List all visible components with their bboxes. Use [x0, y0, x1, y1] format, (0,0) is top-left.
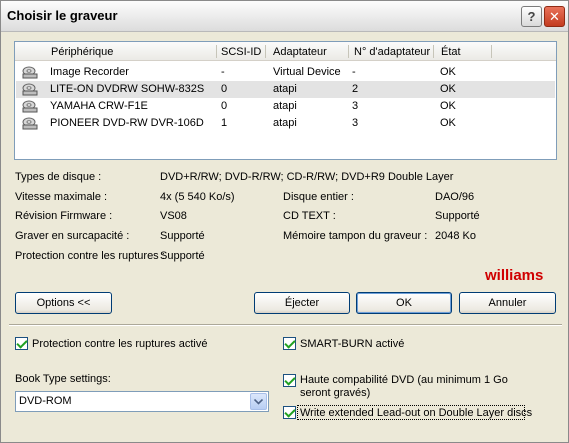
overburn-label: Graver en surcapacité : — [15, 230, 130, 242]
help-button[interactable]: ? — [521, 6, 542, 27]
cell-adapter: atapi — [273, 117, 297, 129]
drive-icon — [22, 83, 38, 96]
device-list[interactable]: Périphérique SCSI-ID Adaptateur N° d'ada… — [14, 41, 557, 160]
table-row[interactable]: Image Recorder - Virtual Device - OK — [16, 64, 555, 81]
col-header-device[interactable]: Périphérique — [51, 46, 113, 58]
underrun-label[interactable]: Protection contre les ruptures activé — [32, 338, 207, 350]
firmware-label: Révision Firmware : — [15, 210, 113, 222]
brand-text: williams — [485, 267, 544, 284]
whole-disc-label: Disque entier : — [283, 191, 354, 203]
firmware-value: VS08 — [160, 210, 187, 222]
col-header-adapter[interactable]: Adaptateur — [273, 46, 327, 58]
table-row[interactable]: PIONEER DVD-RW DVR-106D 1 atapi 3 OK — [16, 115, 555, 132]
options-button[interactable]: Options << — [15, 292, 112, 314]
buffer-value: 2048 Ko — [435, 230, 476, 242]
eject-button[interactable]: Éjecter — [254, 292, 350, 314]
max-speed-value: 4x (5 540 Ko/s) — [160, 191, 235, 203]
cell-device: Image Recorder — [50, 66, 129, 78]
cell-scsi: 1 — [221, 117, 228, 129]
protection-value: Supporté — [160, 250, 205, 262]
col-header-adapter-no[interactable]: N° d'adaptateur — [354, 46, 430, 58]
cell-adapter: Virtual Device — [273, 66, 341, 78]
smartburn-label[interactable]: SMART-BURN activé — [300, 338, 404, 350]
smartburn-checkbox[interactable] — [283, 337, 296, 350]
cell-state: OK — [440, 100, 456, 112]
col-header-state[interactable]: État — [441, 46, 461, 58]
protection-label: Protection contre les ruptures : — [15, 250, 165, 262]
table-row[interactable]: YAMAHA CRW-F1E 0 atapi 3 OK — [16, 98, 555, 115]
close-button[interactable]: ✕ — [544, 6, 565, 27]
col-header-scsi[interactable]: SCSI-ID — [221, 46, 261, 58]
ok-button[interactable]: OK — [356, 292, 452, 314]
cell-device: LITE-ON DVDRW SOHW-832S — [50, 83, 205, 95]
cell-adapter: atapi — [273, 83, 297, 95]
drive-icon — [22, 66, 38, 79]
underrun-checkbox[interactable] — [15, 337, 28, 350]
disc-types-label: Types de disque : — [15, 171, 102, 183]
leadout-checkbox[interactable] — [283, 406, 296, 419]
cell-state: OK — [440, 83, 456, 95]
cell-scsi: - — [221, 66, 225, 78]
drive-icon — [22, 117, 38, 130]
booktype-value: DVD-ROM — [19, 395, 72, 407]
booktype-select[interactable]: DVD-ROM — [15, 391, 269, 412]
cell-scsi: 0 — [221, 83, 228, 95]
cell-state: OK — [440, 117, 456, 129]
cell-adapter-no: 2 — [352, 83, 359, 95]
window-title: Choisir le graveur — [7, 8, 118, 23]
hicompat-label[interactable]: Haute compabilité DVD (au minimum 1 Go s… — [300, 374, 540, 400]
chevron-down-icon[interactable] — [250, 393, 267, 410]
burner-dialog: Choisir le graveur ? ✕ Périphérique SCSI… — [0, 0, 569, 443]
table-row[interactable]: LITE-ON DVDRW SOHW-832S 0 atapi 2 OK — [16, 81, 555, 98]
cell-adapter-no: - — [352, 66, 356, 78]
leadout-label[interactable]: Write extended Lead-out on Double Layer … — [300, 407, 532, 419]
overburn-value: Supporté — [160, 230, 205, 242]
divider — [9, 324, 562, 326]
max-speed-label: Vitesse maximale : — [15, 191, 108, 203]
cell-device: PIONEER DVD-RW DVR-106D — [50, 117, 204, 129]
cdtext-label: CD TEXT : — [283, 210, 336, 222]
cell-adapter-no: 3 — [352, 100, 359, 112]
disc-types-value: DVD+R/RW; DVD-R/RW; CD-R/RW; DVD+R9 Doub… — [160, 171, 454, 183]
cancel-button[interactable]: Annuler — [459, 292, 556, 314]
booktype-label: Book Type settings: — [15, 373, 111, 385]
hicompat-checkbox[interactable] — [283, 374, 296, 387]
cell-state: OK — [440, 66, 456, 78]
whole-disc-value: DAO/96 — [435, 191, 475, 203]
title-bar: Choisir le graveur ? ✕ — [1, 1, 568, 32]
drive-icon — [22, 100, 38, 113]
cell-adapter-no: 3 — [352, 117, 359, 129]
cell-device: YAMAHA CRW-F1E — [50, 100, 148, 112]
cdtext-value: Supporté — [435, 210, 480, 222]
cell-scsi: 0 — [221, 100, 228, 112]
cell-adapter: atapi — [273, 100, 297, 112]
buffer-label: Mémoire tampon du graveur : — [283, 230, 428, 242]
list-header: Périphérique SCSI-ID Adaptateur N° d'ada… — [15, 42, 556, 61]
